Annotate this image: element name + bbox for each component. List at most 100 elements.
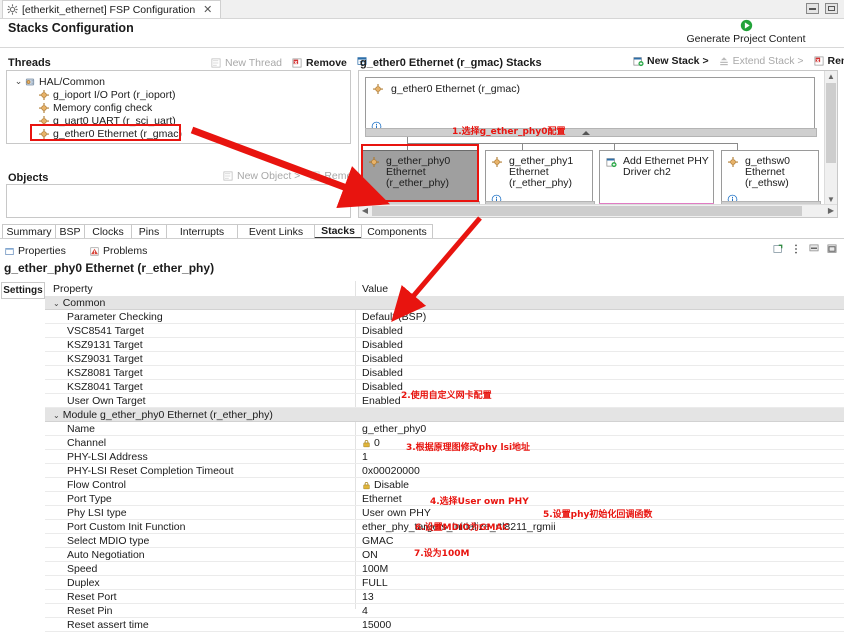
property-value[interactable]: Disabled (362, 367, 403, 379)
property-value-label: User own PHY (362, 507, 431, 519)
property-row[interactable]: Nameg_ether_phy0 (45, 422, 844, 436)
thread-tree-item[interactable]: ⌄HAL/Common (7, 75, 350, 88)
property-value[interactable]: Disabled (362, 339, 403, 351)
property-value[interactable]: 1 (362, 451, 368, 463)
property-value[interactable]: 4 (362, 605, 368, 617)
stack-card-line1: g_ethsw0 Ethernet (745, 155, 790, 178)
remove-stack-button[interactable]: x Remove (813, 55, 844, 67)
property-row[interactable]: Phy LSI typeUser own PHY (45, 506, 844, 520)
property-row[interactable]: VSC8541 TargetDisabled (45, 324, 844, 338)
property-row[interactable]: Speed100M (45, 562, 844, 576)
tab-event-links[interactable]: Event Links (237, 224, 315, 239)
objects-list-box[interactable] (6, 184, 351, 218)
minimize-view-icon[interactable] (808, 243, 820, 258)
stack-node-g-ether0[interactable]: g_ether0 Ethernet (r_gmac) (365, 77, 815, 137)
property-value[interactable]: FULL (362, 577, 388, 589)
property-value[interactable]: ON (362, 549, 378, 561)
properties-icon (4, 246, 15, 257)
property-group-row[interactable]: ⌄Module g_ether_phy0 Ethernet (r_ether_p… (45, 408, 844, 422)
properties-view-toolbar (772, 243, 838, 258)
property-value[interactable]: Disabled (362, 381, 403, 393)
property-value-label: 13 (362, 591, 374, 603)
thread-tree-item[interactable]: g_ioport I/O Port (r_ioport) (7, 88, 350, 101)
stack-card[interactable]: g_ether_phy1 Ethernet(r_ether_phy) (485, 150, 593, 210)
property-value[interactable]: Disabled (362, 325, 403, 337)
stack-card[interactable]: Add Ethernet PHYDriver ch2 (599, 150, 714, 210)
new-thread-button[interactable]: New Thread (210, 57, 282, 69)
property-row[interactable]: Reset assert time15000 (45, 618, 844, 632)
extend-stack-button[interactable]: Extend Stack > (718, 55, 804, 67)
property-name: Reset Port (67, 591, 117, 603)
menu-icon[interactable] (790, 243, 802, 258)
property-value[interactable]: Enabled (362, 395, 401, 407)
new-stack-button[interactable]: New Stack > (632, 55, 709, 67)
property-value[interactable]: 0 (362, 437, 380, 449)
property-value[interactable]: 15000 (362, 619, 391, 631)
property-value[interactable]: GMAC (362, 535, 394, 547)
tab-clocks[interactable]: Clocks (84, 224, 132, 239)
view-tab-problems[interactable]: Problems (89, 243, 147, 259)
chevron-down-icon[interactable]: ⌄ (53, 299, 60, 308)
tab-interrupts[interactable]: Interrupts (166, 224, 238, 239)
property-row[interactable]: Duplex FULL (45, 576, 844, 590)
property-row[interactable]: KSZ9131 Target Disabled (45, 338, 844, 352)
property-row[interactable]: Flow ControlDisable (45, 478, 844, 492)
close-icon[interactable]: ✕ (203, 3, 212, 16)
scroll-left-icon[interactable]: ◀ (359, 205, 371, 216)
thread-tree-item[interactable]: g_uart0 UART (r_sci_uart) (7, 114, 350, 127)
stack-node-grip[interactable] (365, 128, 817, 137)
tab-summary[interactable]: Summary (2, 224, 56, 239)
property-row[interactable]: Reset Port 13 (45, 590, 844, 604)
remove-object-icon (309, 170, 321, 182)
stacks-h-thumb[interactable] (372, 206, 802, 216)
stacks-horizontal-scrollbar[interactable]: ◀ ▶ (359, 204, 837, 217)
view-tab-properties[interactable]: Properties (4, 243, 66, 259)
property-row[interactable]: Parameter CheckingDefault (BSP) (45, 310, 844, 324)
stack-card[interactable]: g_ethsw0 Ethernet(r_ethsw) (721, 150, 819, 210)
extend-stack-label: Extend Stack > (733, 55, 804, 67)
maximize-view-icon[interactable] (826, 243, 838, 258)
remove-thread-button[interactable]: x Remove (291, 57, 347, 69)
property-row[interactable]: KSZ9031 TargetDisabled (45, 352, 844, 366)
property-name: Duplex (67, 577, 100, 589)
remove-object-button[interactable]: Remove (309, 170, 363, 182)
twisty-icon[interactable]: ⌄ (13, 76, 24, 87)
minimize-button[interactable] (806, 3, 819, 14)
thread-tree-item[interactable]: g_ether0 Ethernet (r_gmac) (7, 127, 350, 140)
maximize-button[interactable] (825, 3, 838, 14)
property-row[interactable]: KSZ8081 TargetDisabled (45, 366, 844, 380)
threads-tree[interactable]: ⌄HAL/Commong_ioport I/O Port (r_ioport)M… (7, 71, 350, 143)
stack-card[interactable]: g_ether_phy0 Ethernet(r_ether_phy) (362, 150, 478, 210)
property-name-label: Module g_ether_phy0 Ethernet (r_ether_ph… (63, 409, 273, 421)
editor-tab-fsp-configuration[interactable]: [etherkit_ethernet] FSP Configuration ✕ (2, 0, 221, 18)
property-group-row[interactable]: ⌄Common (45, 296, 844, 310)
generate-project-content-button[interactable]: Generate Project Content (656, 19, 836, 45)
tab-pins[interactable]: Pins (131, 224, 167, 239)
property-value[interactable]: g_ether_phy0 (362, 423, 426, 435)
tab-components[interactable]: Components (361, 224, 433, 239)
stacks-v-thumb[interactable] (826, 83, 836, 163)
stacks-vertical-scrollbar[interactable]: ▲ ▼ (824, 71, 837, 205)
property-value[interactable]: 100M (362, 563, 388, 575)
property-name: KSZ9131 Target (67, 339, 143, 351)
tab-settings[interactable]: Settings (1, 282, 45, 299)
restore-icon[interactable] (772, 243, 784, 258)
property-value[interactable]: User own PHY (362, 507, 431, 519)
tab-bsp[interactable]: BSP (55, 224, 85, 239)
property-value[interactable]: Default (BSP) (362, 311, 426, 323)
property-value[interactable]: Disable (362, 479, 409, 491)
property-row[interactable]: PHY-LSI Reset Completion Timeout0x000200… (45, 464, 844, 478)
scroll-right-icon[interactable]: ▶ (825, 205, 837, 216)
property-value[interactable]: 13 (362, 591, 374, 603)
tab-stacks[interactable]: Stacks (314, 224, 362, 239)
scroll-up-icon[interactable]: ▲ (825, 71, 837, 82)
new-object-button[interactable]: New Object > (222, 170, 300, 182)
remove-icon: x (291, 57, 303, 69)
thread-tree-item[interactable]: Memory config check (7, 101, 350, 114)
property-value[interactable]: 0x00020000 (362, 465, 420, 477)
property-row[interactable]: Reset Pin4 (45, 604, 844, 618)
stack-card-line2: (r_ether_phy) (386, 177, 449, 189)
property-value[interactable]: Disabled (362, 353, 403, 365)
chevron-down-icon[interactable]: ⌄ (53, 411, 60, 420)
property-value[interactable]: Ethernet (362, 493, 402, 505)
